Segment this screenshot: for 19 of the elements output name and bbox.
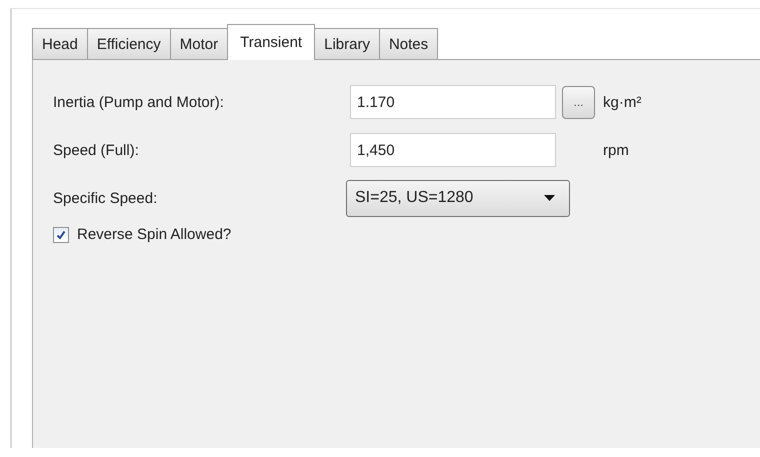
unit-label: rpm <box>603 142 629 158</box>
input-field[interactable]: 1,450 <box>350 133 556 167</box>
browse-button[interactable]: ... <box>562 86 595 118</box>
tab[interactable]: Notes <box>378 28 438 59</box>
input-field[interactable]: 1.170 <box>350 85 556 119</box>
tab[interactable]: Efficiency <box>86 28 171 59</box>
field-label: Speed (Full): <box>53 142 140 158</box>
tab[interactable]: Library <box>314 28 380 59</box>
dropdown[interactable]: SI=25, US=1280 <box>346 180 570 216</box>
tab[interactable]: Transient <box>227 24 316 60</box>
unit-label: kg·m² <box>603 94 642 110</box>
field-label: Inertia (Pump and Motor): <box>53 94 225 110</box>
tab[interactable]: Motor <box>170 28 228 59</box>
checkmark-icon <box>56 230 66 240</box>
reverse-spin-checkbox[interactable]: Reverse Spin Allowed? <box>53 226 232 243</box>
checkbox[interactable] <box>53 226 69 242</box>
field-label: Specific Speed: <box>53 190 158 206</box>
caret-icon <box>544 195 555 201</box>
tab[interactable]: Head <box>32 28 88 59</box>
